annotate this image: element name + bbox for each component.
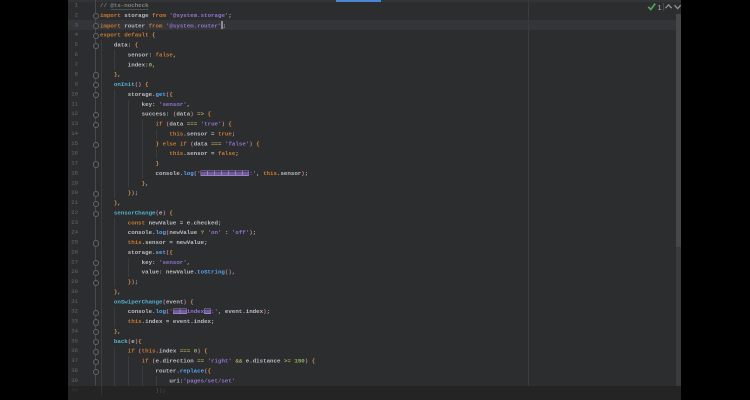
svg-text:1: 1 <box>658 3 662 12</box>
